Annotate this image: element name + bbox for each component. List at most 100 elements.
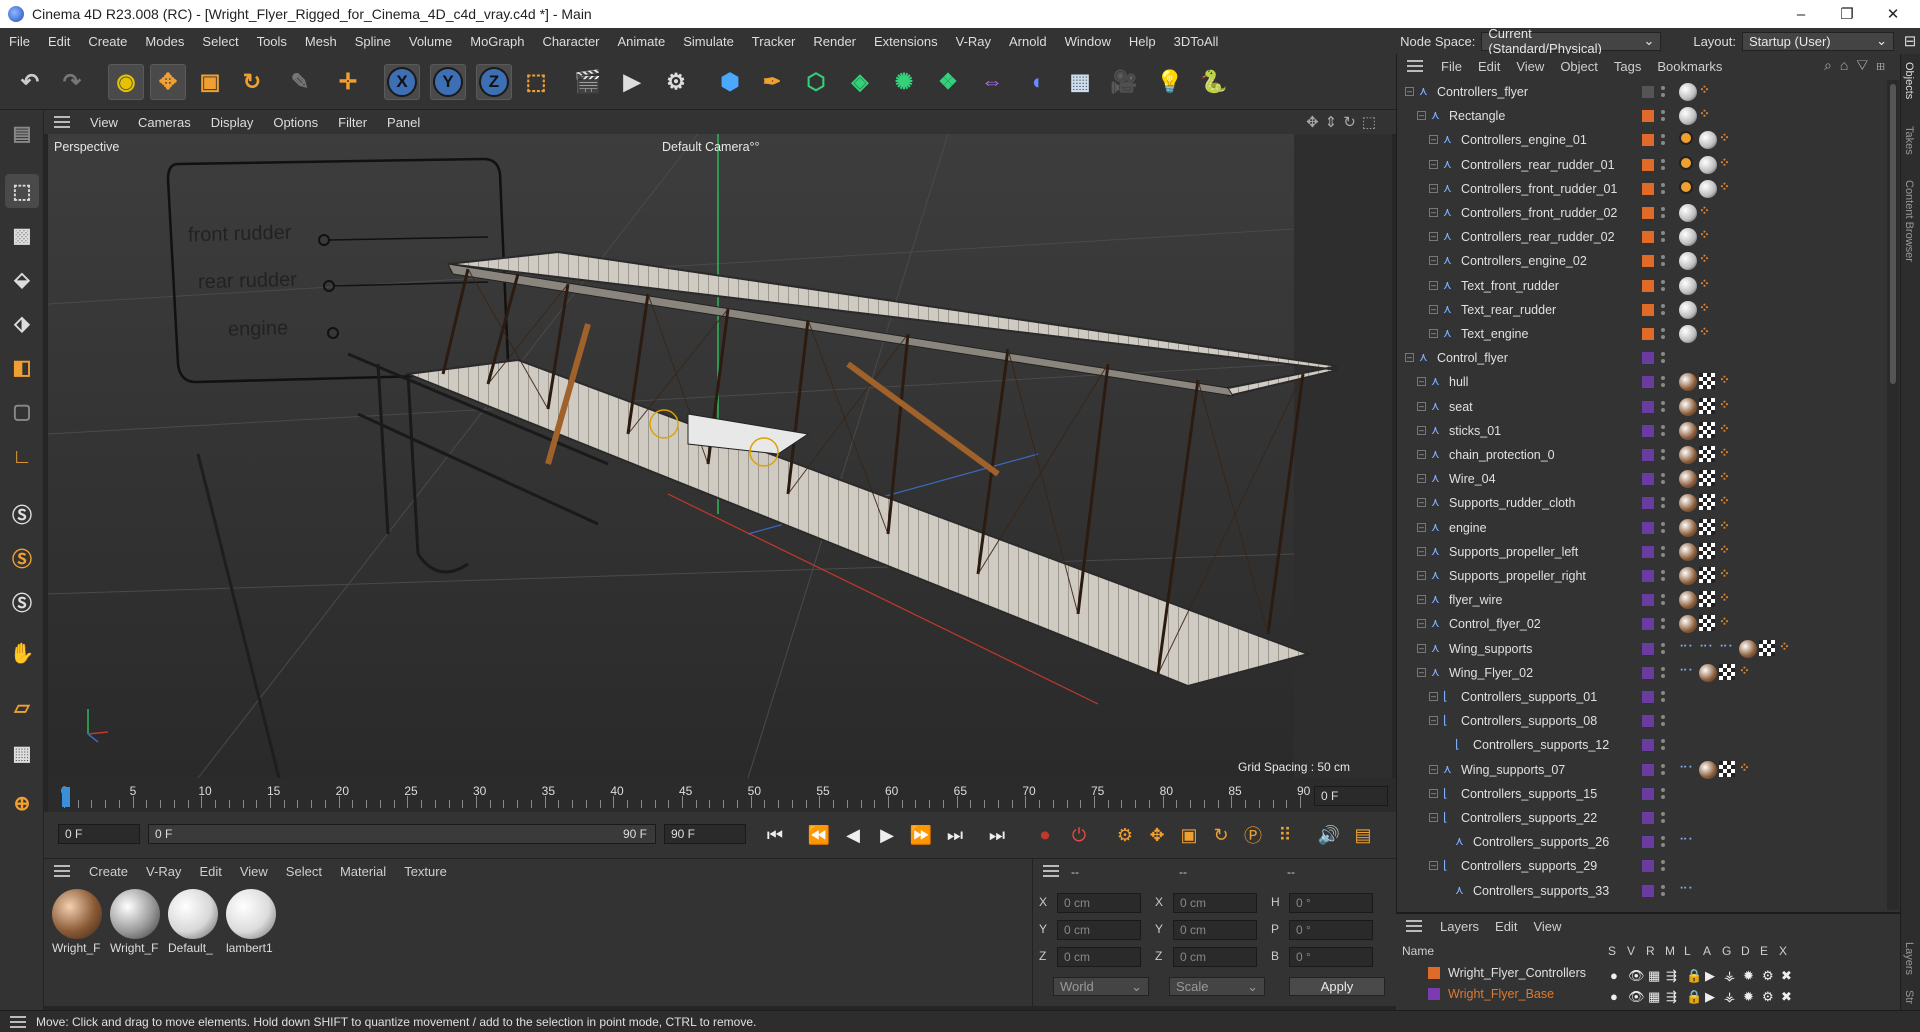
visibility-dots-icon[interactable] xyxy=(1661,254,1665,268)
viewport-menu-options[interactable]: Options xyxy=(263,115,328,130)
menu-vray[interactable]: V-Ray xyxy=(947,34,1000,49)
visibility-dots-icon[interactable] xyxy=(1661,424,1665,438)
next-key-icon[interactable]: ⏭ xyxy=(940,820,970,850)
menu-help[interactable]: Help xyxy=(1120,34,1165,49)
object-row[interactable]: – ⌊ Controllers_supports_08 xyxy=(1397,709,1883,733)
visibility-dots-icon[interactable] xyxy=(1661,617,1665,631)
object-search-filter-icons[interactable]: ⌕⌂▽⊞ xyxy=(1824,57,1893,74)
viewport-menu-display[interactable]: Display xyxy=(201,115,264,130)
texture-mode-icon[interactable]: ▩ xyxy=(5,218,39,252)
render-view-icon[interactable]: 🎬 xyxy=(570,64,606,100)
layer-manager-icon[interactable]: ⇶ xyxy=(1666,989,1677,1005)
previous-key-icon[interactable]: ⏪ xyxy=(804,820,834,850)
autokey-icon[interactable]: ⏻ xyxy=(1064,820,1094,850)
obj-menu-object[interactable]: Object xyxy=(1552,59,1606,74)
go-to-end-icon[interactable]: ⏭ xyxy=(982,820,1012,850)
live-selection-icon[interactable]: ◉ xyxy=(108,64,144,100)
obj-menu-file[interactable]: File xyxy=(1433,59,1470,74)
field-icon[interactable]: ◖ xyxy=(1018,64,1054,100)
expand-toggle-icon[interactable]: – xyxy=(1429,692,1438,701)
coordinate-system-icon[interactable]: ⬚ xyxy=(518,64,554,100)
mat-menu-material[interactable]: Material xyxy=(331,864,395,879)
layer-solo-icon[interactable]: ● xyxy=(1610,989,1618,1004)
vray-tag-icon[interactable]: ⁘ xyxy=(1719,373,1733,387)
size-mode-dropdown[interactable]: Scale ⌄ xyxy=(1169,977,1265,996)
layer-color-swatch[interactable] xyxy=(1642,836,1654,849)
material-tag-icon[interactable] xyxy=(1699,760,1717,779)
layer-color-swatch[interactable] xyxy=(1642,666,1654,679)
expand-toggle-icon[interactable]: – xyxy=(1429,788,1438,798)
texture-tag-icon[interactable] xyxy=(1699,567,1715,583)
axis-mode-icon[interactable]: ∟ xyxy=(5,440,39,474)
layer-color-swatch[interactable] xyxy=(1642,691,1654,703)
object-row[interactable]: – ⋏ Controllers_front_rudder_02 ⁘ xyxy=(1397,201,1883,225)
cube-object-icon[interactable]: ⬢ xyxy=(712,64,748,100)
constraint-tag-icon[interactable]: ⠒⠂ xyxy=(1699,640,1717,654)
menu-tracker[interactable]: Tracker xyxy=(743,34,805,49)
mat-menu-select[interactable]: Select xyxy=(277,864,331,879)
viewport-menu-cameras[interactable]: Cameras xyxy=(128,115,201,130)
object-row[interactable]: ⌊ Controllers_supports_12 xyxy=(1397,733,1883,757)
layer-color-swatch[interactable] xyxy=(1642,497,1654,510)
texture-tag-icon[interactable] xyxy=(1699,615,1715,632)
layer-menu-icon[interactable] xyxy=(1406,920,1422,932)
vray-tag-icon[interactable]: ⁘ xyxy=(1719,446,1733,460)
scale-tool-icon[interactable]: ▣ xyxy=(192,64,228,100)
cloner-icon[interactable]: ✺ xyxy=(886,64,922,100)
transform-tool-icon[interactable]: ✛ xyxy=(330,64,366,100)
compositing-tag-icon[interactable] xyxy=(1679,155,1693,170)
menu-tools[interactable]: Tools xyxy=(248,34,296,49)
layer-color-swatch[interactable] xyxy=(1642,812,1654,824)
pos-x-field[interactable]: 0 cm xyxy=(1057,893,1141,913)
object-scrollbar[interactable] xyxy=(1887,80,1899,910)
record-active-icon[interactable]: ⏺ xyxy=(1030,820,1060,850)
menu-spline[interactable]: Spline xyxy=(346,34,400,49)
tweak-mode-icon[interactable]: ✋ xyxy=(5,636,39,670)
vray-tag-icon[interactable]: ⁘ xyxy=(1739,663,1753,678)
visibility-dots-icon[interactable] xyxy=(1661,714,1665,728)
layer-color-swatch[interactable] xyxy=(1428,988,1440,1000)
obj-menu-bookmarks[interactable]: Bookmarks xyxy=(1649,59,1730,74)
material-tag-icon[interactable] xyxy=(1679,325,1697,343)
rotate-tool-icon[interactable]: ↻ xyxy=(234,64,270,100)
object-row[interactable]: – ⋏ seat ⁘ xyxy=(1397,395,1883,419)
mat-menu-view[interactable]: View xyxy=(231,864,277,879)
rot-h-field[interactable]: 0 ° xyxy=(1289,893,1373,913)
locked-workplane-icon[interactable]: ⊕ xyxy=(5,786,39,820)
visibility-dots-icon[interactable] xyxy=(1661,206,1665,220)
object-row[interactable]: – ⋏ Control_flyer xyxy=(1397,346,1883,370)
object-row[interactable]: – ⋏ Controllers_front_rudder_01 ⁘ xyxy=(1397,177,1883,201)
tab-objects[interactable]: Objects xyxy=(1903,62,1915,99)
texture-tag-icon[interactable] xyxy=(1719,760,1735,777)
expand-toggle-icon[interactable]: – xyxy=(1417,111,1426,121)
expand-toggle-icon[interactable]: – xyxy=(1417,498,1426,508)
vray-tag-icon[interactable]: ⁘ xyxy=(1719,591,1733,605)
material-tag-icon[interactable] xyxy=(1739,639,1757,658)
vray-tag-icon[interactable]: ⁘ xyxy=(1719,542,1733,557)
compositing-tag-icon[interactable] xyxy=(1679,131,1693,146)
visibility-dots-icon[interactable] xyxy=(1661,666,1665,680)
pos-z-field[interactable]: 0 cm xyxy=(1057,947,1141,967)
visibility-dots-icon[interactable] xyxy=(1661,448,1665,462)
layer-animation-icon[interactable]: ▶ xyxy=(1705,989,1715,1005)
expand-toggle-icon[interactable]: – xyxy=(1429,256,1438,266)
snap-icon[interactable]: Ⓢ xyxy=(5,496,39,530)
menu-mograph[interactable]: MoGraph xyxy=(461,34,533,49)
uv-mode-icon[interactable]: ▢ xyxy=(5,394,39,428)
snap-settings-icon[interactable]: Ⓢ xyxy=(5,540,39,574)
vray-tag-icon[interactable]: ⁘ xyxy=(1739,760,1753,775)
render-picture-viewer-icon[interactable]: ▶ xyxy=(614,64,650,100)
layer-color-swatch[interactable] xyxy=(1642,739,1654,752)
layer-deformers-icon[interactable]: ✹ xyxy=(1743,968,1754,984)
material-tag-icon[interactable] xyxy=(1679,373,1697,392)
deformer-icon[interactable]: ⇔ xyxy=(974,64,1010,100)
z-axis-lock-button[interactable]: Z xyxy=(476,64,512,100)
key-parameter-icon[interactable]: Ⓟ xyxy=(1238,820,1268,850)
timeline-window-icon[interactable]: ▤ xyxy=(1348,820,1378,850)
texture-tag-icon[interactable] xyxy=(1699,397,1715,414)
mograph-icon[interactable]: ❖ xyxy=(930,64,966,100)
object-row[interactable]: – ⌊ Controllers_supports_29 xyxy=(1397,854,1883,878)
material-tag-icon[interactable] xyxy=(1699,155,1717,174)
expand-toggle-icon[interactable]: – xyxy=(1417,546,1426,556)
vray-tag-icon[interactable]: ⁘ xyxy=(1699,204,1713,218)
